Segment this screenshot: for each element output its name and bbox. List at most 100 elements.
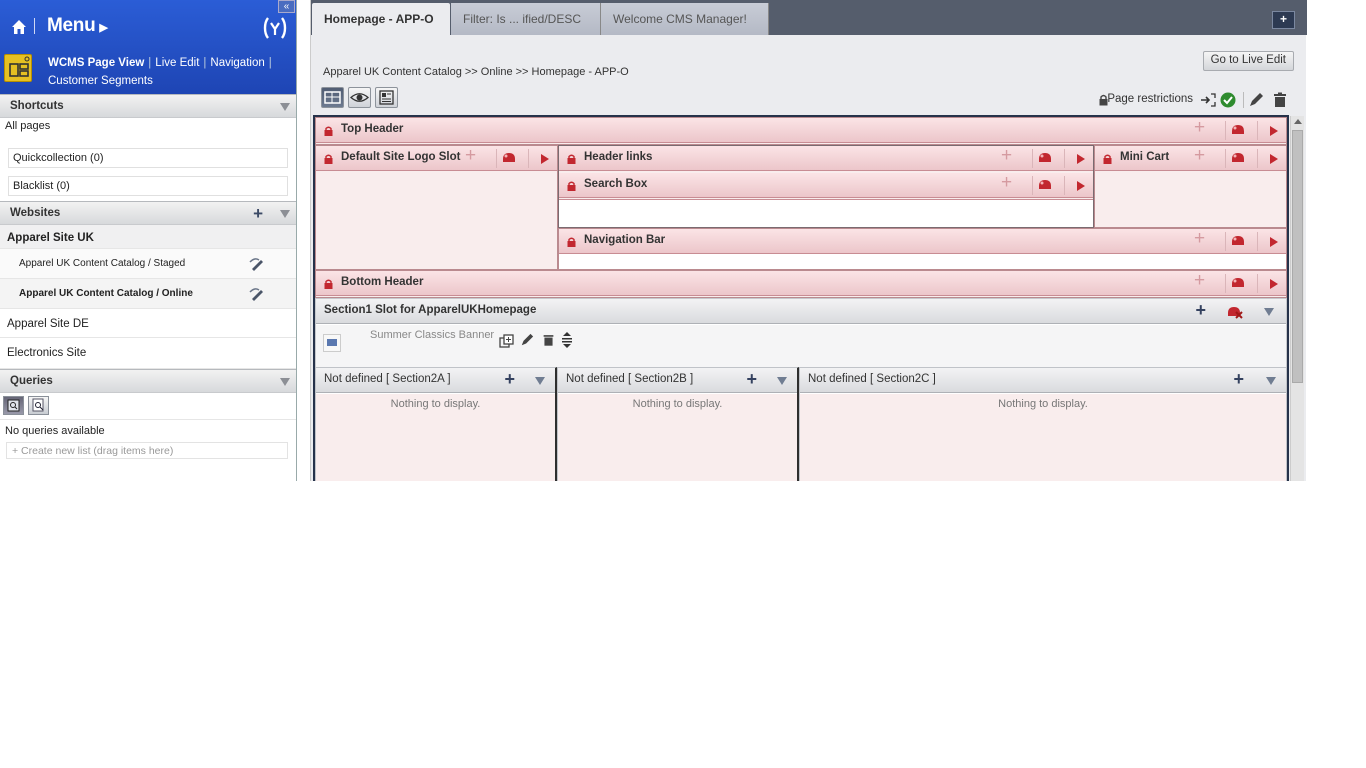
edit-icon[interactable] — [249, 257, 265, 271]
collapse-arrow-icon[interactable] — [535, 377, 545, 385]
play-icon[interactable] — [1077, 181, 1085, 191]
nav-link-live-edit[interactable]: Live Edit — [155, 57, 199, 69]
edit-icon[interactable] — [249, 287, 265, 301]
lock-icon — [324, 279, 333, 289]
scroll-up-icon[interactable] — [1294, 119, 1302, 124]
properties-view-icon[interactable] — [375, 87, 398, 108]
nav-link-navigation[interactable]: Navigation — [210, 57, 264, 69]
slot-title: Mini Cart — [1120, 151, 1170, 163]
component-name[interactable]: Summer Classics Banner — [370, 329, 494, 341]
slot-section2c[interactable]: Not defined [ Section2C ] + Nothing to d… — [799, 367, 1287, 481]
remove-icon[interactable] — [1230, 233, 1246, 249]
slot-section2b[interactable]: Not defined [ Section2B ] + Nothing to d… — [557, 367, 799, 481]
remove-icon[interactable] — [1230, 150, 1246, 166]
collapse-arrow-icon[interactable] — [280, 378, 290, 386]
new-tab-button[interactable]: + — [1272, 11, 1295, 29]
remove-icon[interactable] — [1037, 177, 1053, 193]
slot-header-links[interactable]: Header links + — [559, 146, 1093, 174]
collapse-arrow-icon[interactable] — [1266, 377, 1276, 385]
slot-section1[interactable]: Section1 Slot for ApparelUKHomepage + Su… — [315, 298, 1287, 367]
catalog-item-staged[interactable]: Apparel UK Content Catalog / Staged — [0, 249, 296, 279]
queries-header[interactable]: Queries — [0, 369, 296, 393]
site-item-electronics[interactable]: Electronics Site — [0, 338, 296, 369]
collapse-arrow-icon[interactable] — [280, 103, 290, 111]
scrollbar-thumb[interactable] — [1292, 130, 1303, 383]
add-icon[interactable]: + — [504, 369, 515, 389]
eye-icon[interactable] — [348, 87, 371, 108]
structure-view-icon[interactable] — [321, 87, 344, 108]
collapse-arrow-icon[interactable] — [1264, 308, 1274, 316]
play-icon[interactable] — [1270, 126, 1278, 136]
slot-title: Bottom Header — [341, 276, 424, 288]
menu-button[interactable]: Menu ▶ — [47, 15, 108, 37]
tab-filter[interactable]: Filter: Is ... ified/DESC — [451, 3, 601, 35]
play-icon[interactable] — [1270, 154, 1278, 164]
add-icon[interactable]: + — [1233, 369, 1244, 389]
vertical-scrollbar[interactable] — [1290, 116, 1304, 481]
remove-restriction-icon[interactable] — [1226, 304, 1244, 320]
slot-top-header[interactable]: Top Header + — [315, 117, 1287, 145]
edit-icon[interactable] — [520, 333, 534, 347]
play-icon[interactable] — [1270, 237, 1278, 247]
remove-icon[interactable] — [1230, 122, 1246, 138]
slot-default-site-logo[interactable]: Default Site Logo Slot + — [315, 145, 558, 270]
component-thumbnail[interactable] — [323, 334, 341, 352]
site-item-apparel-de[interactable]: Apparel Site DE — [0, 309, 296, 338]
remove-icon[interactable] — [501, 150, 517, 166]
slot-header: Bottom Header + — [316, 271, 1286, 296]
play-icon[interactable] — [1270, 279, 1278, 289]
add-icon[interactable]: + — [1194, 118, 1210, 137]
new-list-dropzone[interactable]: + Create new list (drag items here) — [6, 442, 288, 459]
add-icon[interactable]: + — [465, 146, 481, 165]
remove-icon[interactable] — [1037, 150, 1053, 166]
slot-header: Header links + — [559, 146, 1093, 171]
slot-search-box[interactable]: Search Box + — [559, 173, 1093, 200]
nav-link-wcms-page-view[interactable]: WCMS Page View — [48, 57, 144, 69]
synchronize-icon[interactable] — [1200, 92, 1216, 108]
all-pages-item[interactable]: All pages — [0, 118, 296, 138]
remove-icon[interactable] — [1230, 275, 1246, 291]
play-icon[interactable] — [1077, 154, 1085, 164]
catalog-item-online[interactable]: Apparel UK Content Catalog / Online — [0, 279, 296, 309]
websites-header[interactable]: Websites + — [0, 201, 296, 225]
page-restrictions-label[interactable]: Page restrictions — [1107, 93, 1193, 105]
delete-icon[interactable] — [542, 333, 555, 347]
add-icon[interactable]: + — [1001, 173, 1017, 192]
collapse-arrow-icon[interactable] — [280, 210, 290, 218]
delete-icon[interactable] — [1272, 92, 1288, 108]
shortcuts-header[interactable]: Shortcuts — [0, 94, 296, 118]
add-icon[interactable]: + — [746, 369, 757, 389]
slot-section2a[interactable]: Not defined [ Section2A ] + Nothing to d… — [315, 367, 557, 481]
play-icon[interactable] — [541, 154, 549, 164]
collapse-panel-button[interactable]: « — [278, 0, 295, 13]
move-icon[interactable] — [560, 331, 574, 349]
go-to-live-edit-button[interactable]: Go to Live Edit — [1202, 51, 1294, 71]
add-icon[interactable]: + — [1195, 300, 1206, 320]
collapse-arrow-icon[interactable] — [777, 377, 787, 385]
nav-link-customer-segments[interactable]: Customer Segments — [48, 75, 153, 87]
tab-bar: Homepage - APP-O Filter: Is ... ified/DE… — [311, 0, 1307, 35]
no-queries-text: No queries available — [5, 425, 105, 437]
view-toolbar — [321, 87, 402, 108]
approve-icon[interactable] — [1220, 92, 1236, 108]
home-icon[interactable] — [11, 19, 27, 35]
site-item-apparel-uk[interactable]: Apparel Site UK — [0, 225, 296, 249]
blacklist-item[interactable]: Blacklist (0) — [8, 176, 288, 196]
slot-navigation-bar[interactable]: Navigation Bar + — [558, 228, 1287, 270]
main-area: Homepage - APP-O Filter: Is ... ified/DE… — [310, 0, 1307, 481]
slot-bottom-header[interactable]: Bottom Header + — [315, 270, 1287, 298]
add-icon[interactable]: + — [253, 204, 263, 224]
search-query-icon[interactable] — [3, 396, 24, 415]
tab-welcome[interactable]: Welcome CMS Manager! — [601, 3, 769, 35]
clone-icon[interactable] — [499, 334, 515, 348]
edit-icon[interactable] — [1248, 92, 1264, 108]
add-icon[interactable]: + — [1001, 146, 1017, 165]
tab-homepage[interactable]: Homepage - APP-O — [312, 3, 450, 35]
quickcollection-item[interactable]: Quickcollection (0) — [8, 148, 288, 168]
add-icon[interactable]: + — [1194, 146, 1210, 165]
add-icon[interactable]: + — [1194, 271, 1210, 290]
section1-content: Summer Classics Banner — [316, 325, 1286, 367]
slot-mini-cart[interactable]: Mini Cart + — [1094, 145, 1287, 228]
advanced-search-icon[interactable] — [28, 396, 49, 415]
add-icon[interactable]: + — [1194, 229, 1210, 248]
